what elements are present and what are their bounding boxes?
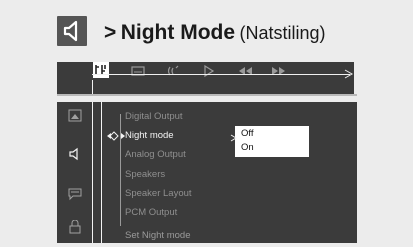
settings-panel: Digital Output Night mode Analog Output … xyxy=(57,102,357,243)
title-arrow: > xyxy=(104,21,117,44)
sidebar-divider-right xyxy=(101,102,102,243)
picture-setup-icon[interactable] xyxy=(66,109,84,123)
menu-item-pcm-output[interactable]: PCM Output xyxy=(125,207,177,219)
audio-icon[interactable] xyxy=(167,64,181,78)
lock-icon[interactable] xyxy=(66,219,84,234)
menu-item-digital-output[interactable]: Digital Output xyxy=(125,111,183,123)
navigation-cursor-icon xyxy=(106,129,126,141)
menu-item-night-mode[interactable]: Night mode xyxy=(125,130,174,142)
title-text: Night Mode xyxy=(120,21,236,44)
rewind-icon[interactable] xyxy=(237,64,253,78)
settings-icon[interactable] xyxy=(93,62,109,78)
speaker-icon[interactable] xyxy=(66,147,84,161)
menu-item-speakers[interactable]: Speakers xyxy=(125,169,165,181)
subtitle-bubble-icon[interactable] xyxy=(66,187,84,201)
speaker-icon xyxy=(57,16,87,46)
status-text: Set Night mode xyxy=(125,230,191,241)
option-on[interactable]: On xyxy=(241,142,254,154)
menu-item-speaker-layout[interactable]: Speaker Layout xyxy=(125,188,192,200)
options-dropdown: Off On xyxy=(235,126,309,157)
sidebar-divider-left xyxy=(92,102,93,243)
top-menu-bar xyxy=(57,62,354,94)
section-divider xyxy=(57,94,357,96)
subtitle-icon[interactable] xyxy=(131,64,145,78)
arrow-right-icon xyxy=(341,68,355,82)
fast-forward-icon[interactable] xyxy=(271,64,287,78)
play-icon[interactable] xyxy=(203,64,215,78)
menu-bar-divider xyxy=(92,80,93,94)
selection-pointer-icon xyxy=(230,129,237,142)
option-off[interactable]: Off xyxy=(241,128,254,140)
title-subtitle: (Natstiling) xyxy=(239,23,326,43)
menu-bar-line xyxy=(92,74,350,75)
page-title: > Night Mode (Natstiling) xyxy=(104,18,326,48)
menu-item-analog-output[interactable]: Analog Output xyxy=(125,149,186,161)
